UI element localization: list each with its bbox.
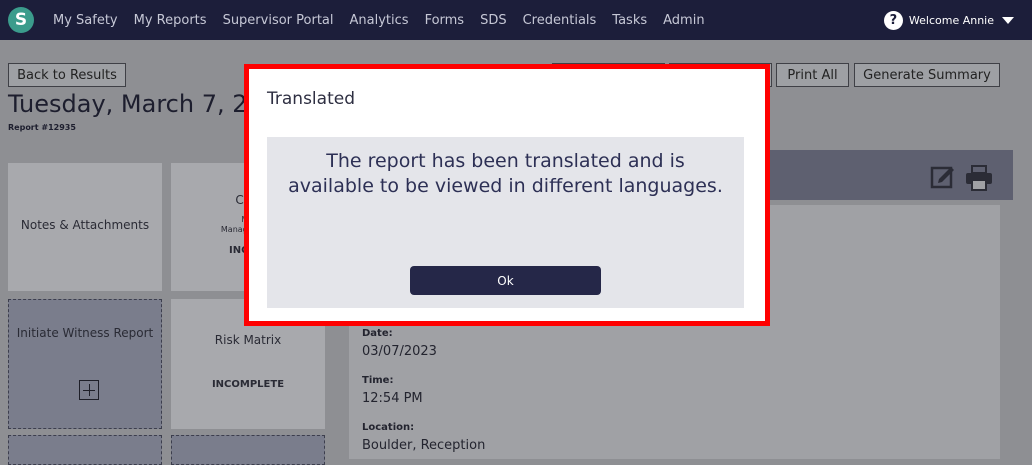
ok-button[interactable]: Ok bbox=[410, 266, 601, 295]
nav-item-analytics[interactable]: Analytics bbox=[350, 13, 409, 28]
notes-attachments-tile[interactable]: Notes & Attachments bbox=[8, 163, 162, 291]
notes-attachments-label: Notes & Attachments bbox=[20, 218, 150, 232]
chevron-down-icon[interactable] bbox=[1002, 16, 1014, 24]
report-number: Report #12935 bbox=[8, 123, 76, 132]
initiate-witness-report-tile[interactable]: Initiate Witness Report bbox=[8, 299, 162, 429]
app-logo[interactable]: S bbox=[8, 7, 34, 33]
nav-item-supervisor-portal[interactable]: Supervisor Portal bbox=[223, 13, 334, 28]
nav-item-admin[interactable]: Admin bbox=[663, 13, 704, 28]
help-icon[interactable]: ? bbox=[883, 10, 903, 30]
translated-dialog: Translated The report has been translate… bbox=[249, 69, 765, 321]
date-value: 03/07/2023 bbox=[362, 344, 437, 359]
nav-menu: My Safety My Reports Supervisor Portal A… bbox=[53, 0, 721, 40]
top-navigation-bar: S My Safety My Reports Supervisor Portal… bbox=[0, 0, 1032, 40]
plus-icon[interactable] bbox=[79, 380, 99, 400]
print-all-button[interactable]: Print All bbox=[776, 63, 849, 87]
date-label: Date: bbox=[362, 328, 393, 339]
dialog-content: The report has been translated and is av… bbox=[267, 137, 744, 308]
partial-tile-1[interactable] bbox=[8, 435, 162, 465]
nav-item-forms[interactable]: Forms bbox=[425, 13, 465, 28]
generate-summary-button[interactable]: Generate Summary bbox=[854, 63, 1000, 87]
nav-item-my-safety[interactable]: My Safety bbox=[53, 13, 118, 28]
back-to-results-button[interactable]: Back to Results bbox=[8, 63, 126, 87]
nav-item-sds[interactable]: SDS bbox=[480, 13, 507, 28]
print-icon[interactable] bbox=[964, 164, 994, 192]
location-value: Boulder, Reception bbox=[362, 438, 486, 453]
dialog-message: The report has been translated and is av… bbox=[288, 150, 723, 197]
time-value: 12:54 PM bbox=[362, 391, 423, 406]
nav-item-tasks[interactable]: Tasks bbox=[612, 13, 647, 28]
nav-item-my-reports[interactable]: My Reports bbox=[134, 13, 207, 28]
user-menu[interactable]: ? Welcome Annie bbox=[883, 0, 1014, 40]
location-label: Location: bbox=[362, 422, 415, 433]
partial-tile-2[interactable] bbox=[171, 435, 325, 465]
welcome-text: Welcome Annie bbox=[908, 13, 994, 27]
time-label: Time: bbox=[362, 375, 394, 386]
dialog-title: Translated bbox=[267, 89, 355, 109]
risk-matrix-label: Risk Matrix bbox=[214, 333, 282, 347]
nav-item-credentials[interactable]: Credentials bbox=[523, 13, 597, 28]
risk-matrix-status: INCOMPLETE bbox=[211, 379, 285, 390]
edit-icon[interactable] bbox=[930, 164, 956, 190]
initiate-witness-report-label: Initiate Witness Report bbox=[16, 326, 154, 340]
